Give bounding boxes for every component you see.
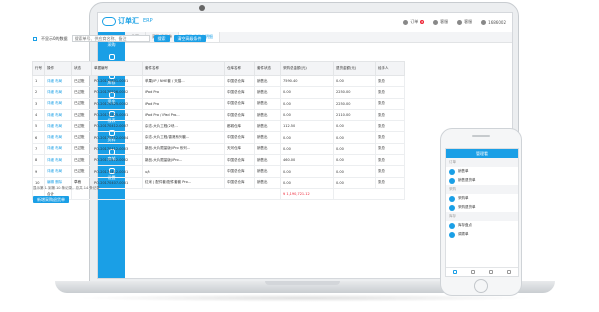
- search-input[interactable]: [71, 35, 150, 42]
- col-header[interactable]: 退货金额(元): [333, 61, 376, 76]
- account-icon: [481, 19, 487, 25]
- phone-list-item[interactable]: 调拨单: [446, 230, 518, 239]
- pagination-info: 显示第 1 到第 10 条记录，总共 14 条记录: [33, 186, 100, 190]
- top-right-menu: 订单 8 客服 客服 1686002: [403, 19, 506, 25]
- camera-dot: [199, 5, 205, 11]
- table-row[interactable]: 1 详细 布局 已过账 PO-20170801-0001 苹果(IP / NHE套 / …: [32, 74, 405, 88]
- phone-header: 管理看: [446, 149, 518, 158]
- table-header: 行号 操作 状态 单据编号 套件名称 仓库名称 套件状态 采购总金额(元) 退货…: [32, 61, 405, 76]
- hide-zero-checkbox[interactable]: [33, 36, 37, 41]
- phone-home-button[interactable]: [474, 279, 488, 293]
- top-item-service[interactable]: 客服: [433, 19, 448, 25]
- col-header[interactable]: 行号: [32, 61, 45, 76]
- sales-icon: [449, 168, 455, 175]
- phone-list-item[interactable]: 销售退货单: [446, 176, 518, 185]
- app-name: 订单汇: [118, 17, 139, 25]
- transfer-icon: [449, 231, 455, 238]
- hide-zero-label: 不显示0的数据: [41, 35, 68, 41]
- phone-list-item[interactable]: 销售单: [446, 167, 518, 176]
- data-table: 行号 操作 状态 单据编号 套件名称 仓库名称 套件状态 采购总金额(元) 退货…: [32, 61, 405, 201]
- chart-icon[interactable]: [489, 270, 493, 274]
- col-header[interactable]: 单据编号: [91, 61, 143, 76]
- filter-bar: 不显示0的数据 搜索 清空高级条件: [33, 35, 206, 42]
- home-icon[interactable]: [453, 270, 457, 274]
- phone-section-title: 库存: [446, 212, 518, 221]
- inventory-icon: [449, 222, 455, 229]
- col-header[interactable]: 仓库名称: [224, 61, 255, 76]
- table-row[interactable]: 7 详细 布局 已过账 PO-20170412-0003 新品-大片限量版(iPro 系…: [32, 142, 405, 156]
- sales-icon: [108, 54, 115, 60]
- orders-icon: [403, 19, 409, 25]
- table-row[interactable]: 8 详细 布局 已过账 PO-20170412-0002 新品-大片限量版(iPro..…: [32, 154, 405, 167]
- phone-section-title: 订单: [446, 158, 518, 167]
- search-button[interactable]: 搜索: [153, 35, 170, 42]
- add-purchase-return-button[interactable]: 新增采购退货单: [33, 196, 69, 203]
- app-logo[interactable]: 订单汇 ERP: [102, 16, 153, 26]
- table-row[interactable]: 6 详细 布局 已过账 PO-20170412-0004 杂志-大片工程/香港系列套..…: [32, 131, 405, 144]
- top-item-orders[interactable]: 订单 8: [403, 19, 425, 25]
- phone-list-item[interactable]: 采购退货单: [446, 203, 518, 212]
- return-icon: [449, 204, 455, 211]
- top-item-account[interactable]: 1686002: [481, 19, 506, 25]
- phone-speaker: [472, 135, 490, 137]
- return-icon: [449, 177, 455, 184]
- cloud-icon: [102, 16, 116, 26]
- top-bar: 订单汇 ERP 订单 8 客服 客服 1686002: [98, 13, 512, 33]
- phone-list-item[interactable]: 库存盘点: [446, 221, 518, 230]
- phone-nav-bar: [446, 267, 518, 276]
- table-row[interactable]: 2 详细 布局 已过账 PO-20170526-0002 iPad Pro 中国总仓库 销售…: [32, 86, 405, 99]
- col-header[interactable]: 状态: [71, 61, 92, 76]
- col-header[interactable]: 经手人: [375, 61, 405, 76]
- purchase-icon: [449, 195, 455, 202]
- col-header[interactable]: 套件状态: [254, 61, 281, 76]
- col-header[interactable]: 采购总金额(元): [280, 61, 334, 76]
- table-body: 1 详细 布局 已过账 PO-20170801-0001 苹果(IP / NHE套 / …: [32, 74, 405, 201]
- app-suffix: ERP: [143, 18, 153, 24]
- table-row[interactable]: 9 详细 布局 已过账 PO-20170412-0001 u/t 中国总仓库 销售出 0.00…: [32, 165, 405, 178]
- table-row[interactable]: 5 详细 布局 已过账 PO-20170412-0007 杂志-大片工程(2块... 都城…: [32, 120, 405, 133]
- laptop-notch: [265, 281, 340, 285]
- top-item-support[interactable]: 客服: [457, 19, 472, 25]
- list-icon[interactable]: [471, 270, 475, 274]
- phone-section-title: 采购: [446, 185, 518, 194]
- col-header[interactable]: 套件名称: [142, 61, 225, 76]
- user-icon: [433, 19, 439, 25]
- table-row[interactable]: 4 详细 布局 已过账 PO-20170525-0001 iPad Pro / iPad…: [32, 108, 405, 122]
- headset-icon: [457, 19, 463, 25]
- clear-filter-button[interactable]: 清空高级条件: [173, 35, 206, 42]
- phone-list-item[interactable]: 采购单: [446, 194, 518, 203]
- table-row[interactable]: 3 详细 布局 已过账 PO-20170525-0002 iPad Pro 中国总仓库 销售…: [32, 97, 405, 110]
- col-header[interactable]: 操作: [44, 61, 72, 76]
- phone-screen: 管理看 订单 销售单 销售退货单 采购 采购单 采购退货单 库存 库存盘点 调拨…: [445, 148, 519, 277]
- user-icon[interactable]: [507, 270, 511, 274]
